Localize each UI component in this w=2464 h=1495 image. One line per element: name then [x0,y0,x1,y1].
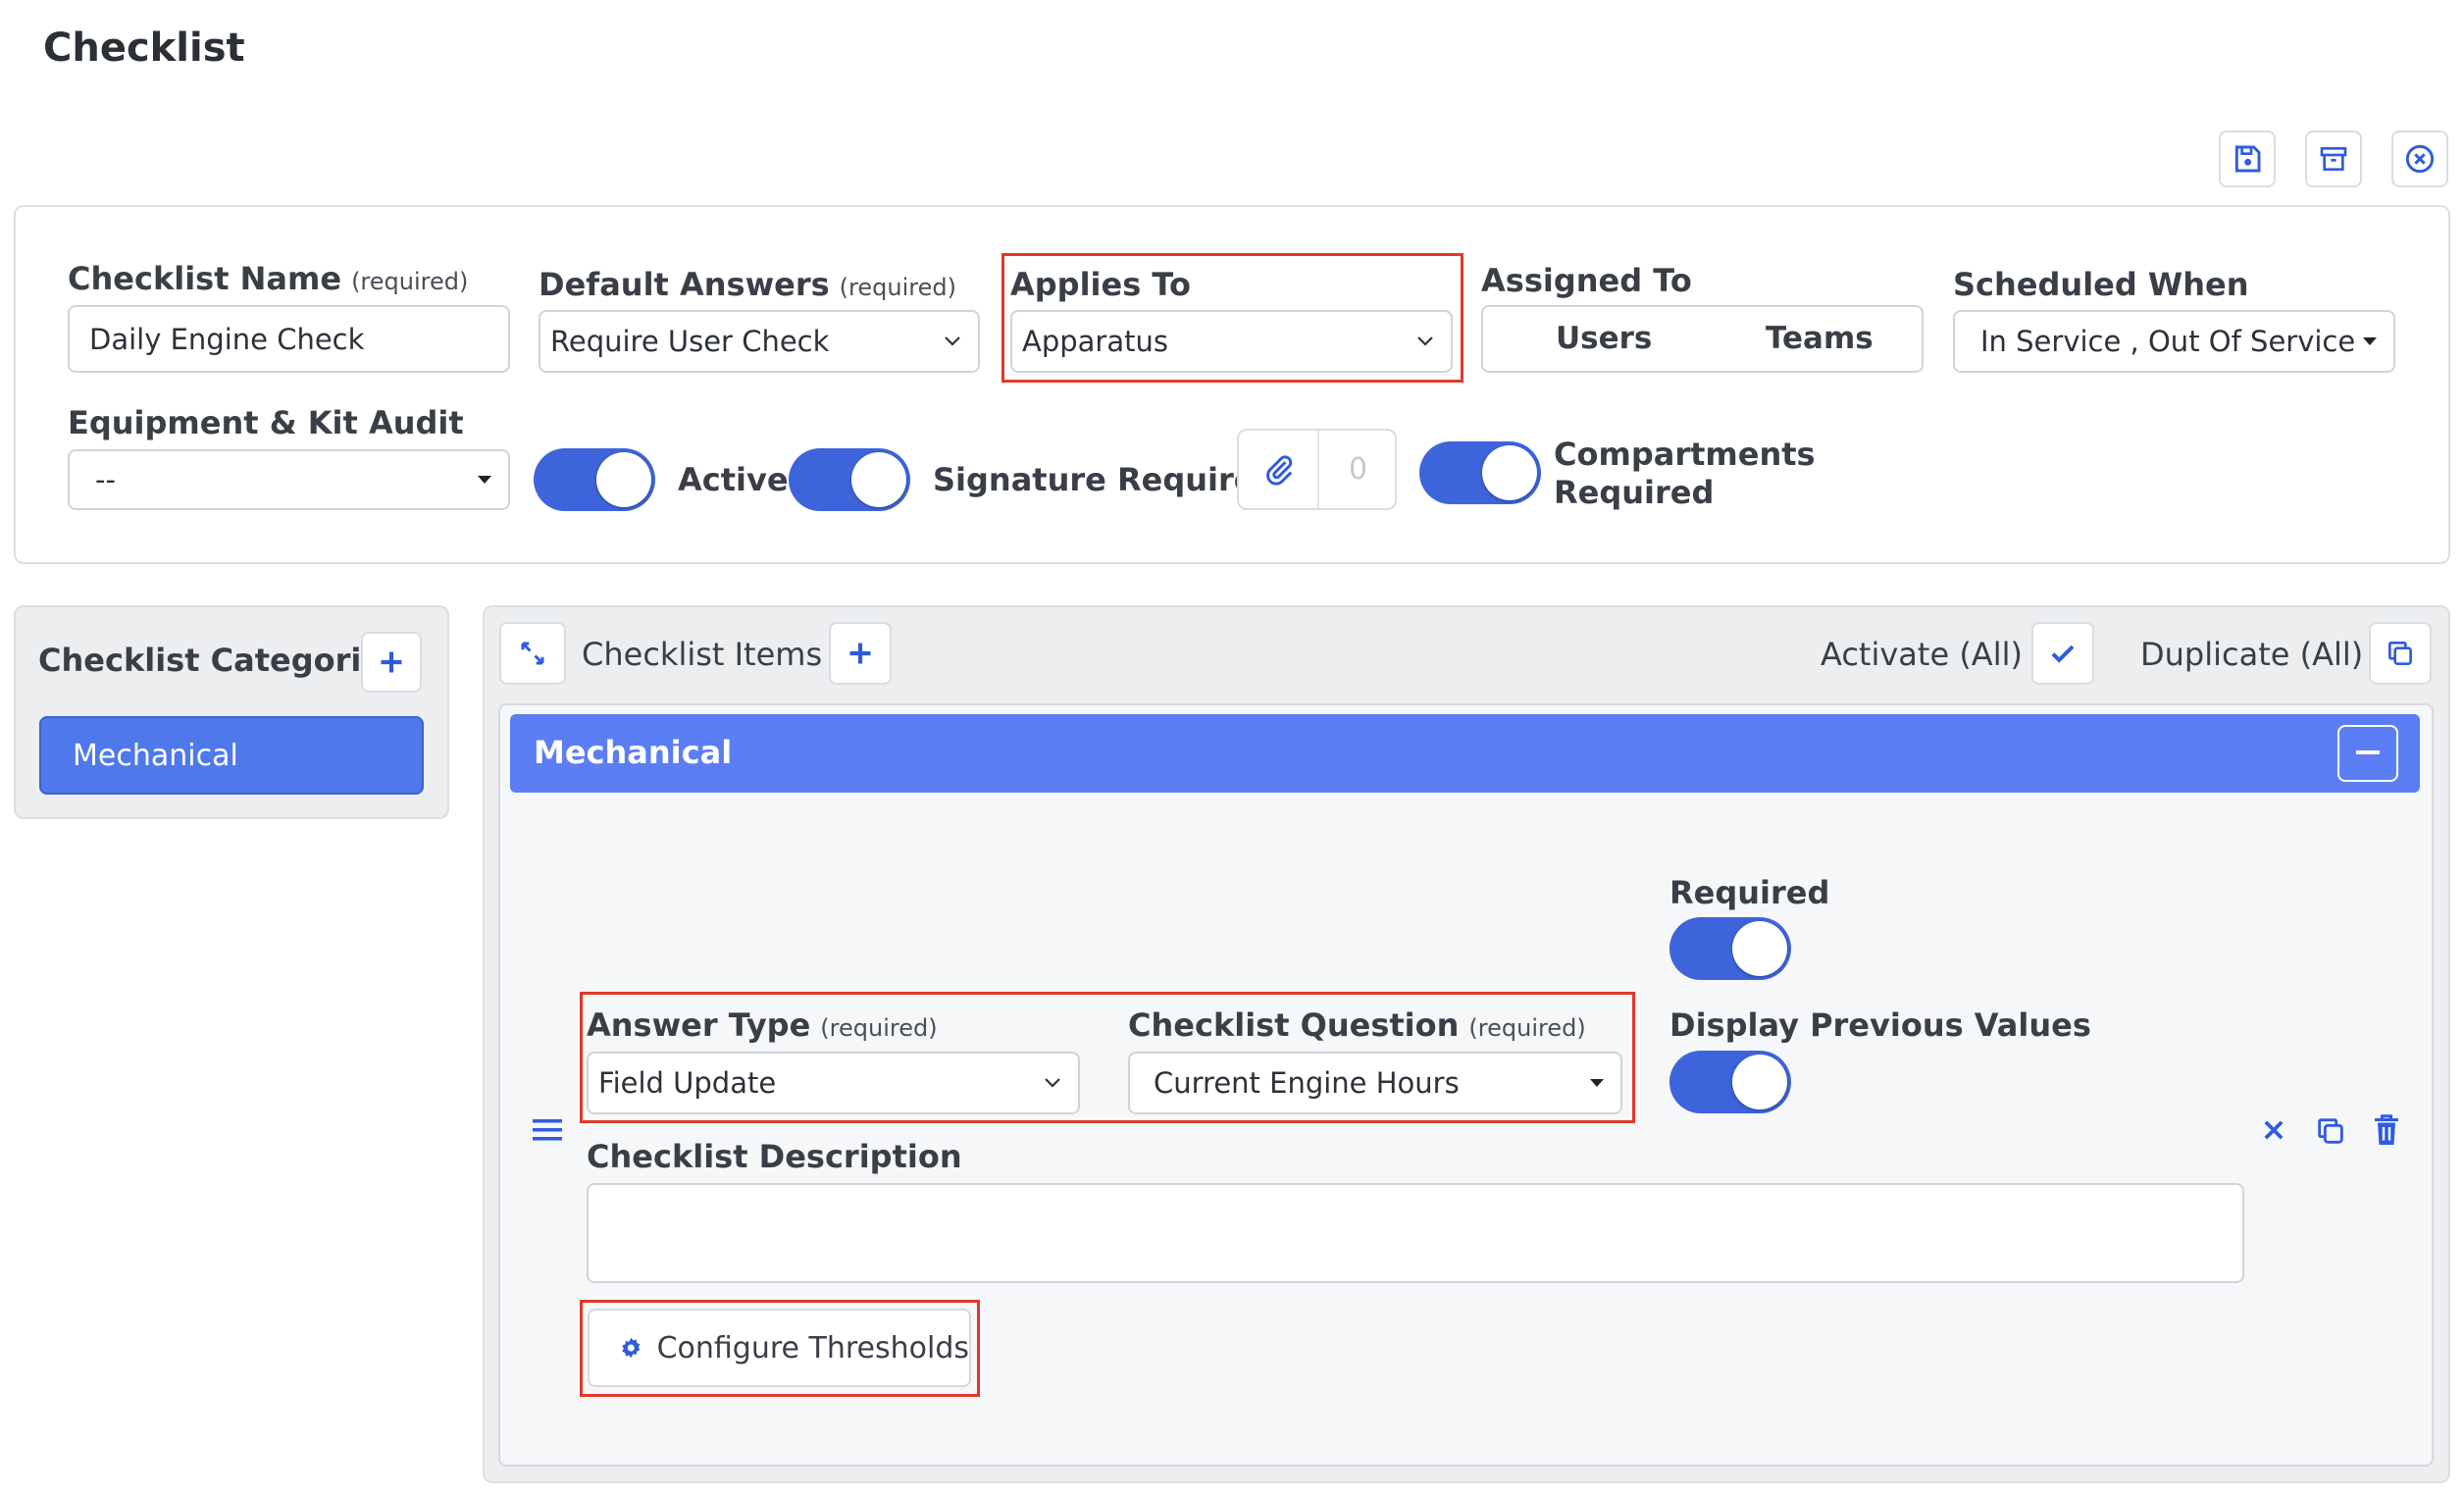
toggle-knob [596,452,651,507]
display-previous-label: Display Previous Values [1669,1006,2091,1044]
checklist-description-textarea[interactable] [587,1183,2244,1283]
activate-all-button[interactable] [2031,622,2094,685]
checklist-name-label: Checklist Name (required) [68,260,469,297]
assigned-users-button[interactable]: Users [1556,321,1652,356]
required-label: Required [1669,874,1830,911]
save-button[interactable] [2219,130,2276,187]
chevron-down-icon [1045,1078,1060,1088]
scheduled-when-value: In Service , Out Of Service [1980,325,2356,358]
divider [1317,431,1319,508]
checklist-question-label: Checklist Question (required) [1128,1006,1586,1044]
assigned-teams-button[interactable]: Teams [1766,321,1874,356]
answer-type-label: Answer Type (required) [587,1006,938,1044]
answer-type-value: Field Update [598,1066,777,1100]
applies-to-label: Applies To [1010,266,1191,303]
plus-icon [381,651,402,673]
compartments-required-label: Compartments Required [1554,436,1816,511]
save-icon [2234,145,2261,173]
minus-icon [2356,750,2380,754]
display-previous-toggle[interactable] [1669,1051,1791,1113]
paperclip-icon [1266,455,1293,486]
default-answers-select[interactable]: Require User Check [539,310,980,373]
checklist-question-value: Current Engine Hours [1154,1066,1460,1100]
checklist-items-title: Checklist Items [582,636,823,673]
toggle-knob [851,452,906,507]
default-answers-value: Require User Check [550,325,830,358]
archive-button[interactable] [2305,130,2362,187]
copy-icon[interactable] [2314,1114,2347,1148]
categories-title: Checklist Categories [38,642,402,679]
chevron-down-icon [1417,336,1433,346]
drag-handle-icon[interactable] [533,1118,562,1142]
equipment-audit-select[interactable]: -- [68,449,510,510]
gear-icon [622,1337,641,1359]
category-item-mechanical[interactable]: Mechanical [39,716,424,795]
checklist-description-label: Checklist Description [587,1138,962,1175]
plus-icon [849,643,871,664]
required-toggle[interactable] [1669,917,1791,980]
attachments-control[interactable]: 0 [1237,429,1397,510]
active-label: Active [678,461,789,498]
caret-down-icon [1590,1079,1604,1087]
assigned-to-group: Users Teams [1481,305,1924,373]
caret-down-icon [478,476,491,484]
equipment-audit-value: -- [95,463,116,496]
duplicate-all-label: Duplicate (All) [2140,636,2364,673]
check-icon [2051,644,2075,663]
scheduled-when-select[interactable]: In Service , Out Of Service [1953,310,2395,373]
collapse-button[interactable] [2337,725,2398,782]
page-title: Checklist [43,26,245,71]
checklist-name-input[interactable]: Daily Engine Check [68,305,510,373]
compartments-required-toggle[interactable] [1419,441,1541,504]
duplicate-all-button[interactable] [2369,622,2432,685]
signature-required-label: Signature Required [933,461,1278,498]
active-toggle[interactable] [534,448,655,511]
configure-thresholds-label: Configure Thresholds [656,1330,969,1366]
signature-required-toggle[interactable] [789,448,910,511]
attachment-count: 0 [1349,452,1368,487]
default-answers-label: Default Answers (required) [539,266,956,303]
add-item-button[interactable] [829,622,892,685]
applies-to-value: Apparatus [1022,325,1168,358]
category-header-title: Mechanical [534,734,733,771]
add-category-button[interactable] [361,632,422,693]
applies-to-select[interactable]: Apparatus [1010,310,1453,373]
archive-icon [2320,147,2347,171]
expand-icon [521,642,544,665]
close-circle-icon [2405,144,2435,174]
chevron-down-icon [945,336,960,346]
toggle-knob [1732,921,1787,976]
scheduled-when-label: Scheduled When [1953,266,2249,303]
category-header-bar [510,714,2420,793]
toggle-knob [1732,1055,1787,1109]
configure-thresholds-button[interactable]: Configure Thresholds [588,1309,971,1387]
trash-icon[interactable] [2372,1112,2401,1148]
close-icon[interactable] [2260,1116,2287,1144]
copy-icon [2388,642,2412,665]
assigned-to-label: Assigned To [1481,262,1692,299]
close-button[interactable] [2391,130,2448,187]
equipment-audit-label: Equipment & Kit Audit [68,404,464,441]
answer-type-select[interactable]: Field Update [587,1052,1080,1114]
activate-all-label: Activate (All) [1821,636,2023,673]
expand-button[interactable] [499,622,566,685]
toggle-knob [1482,445,1537,500]
checklist-question-select[interactable]: Current Engine Hours [1128,1052,1622,1114]
caret-down-icon [2363,337,2377,345]
